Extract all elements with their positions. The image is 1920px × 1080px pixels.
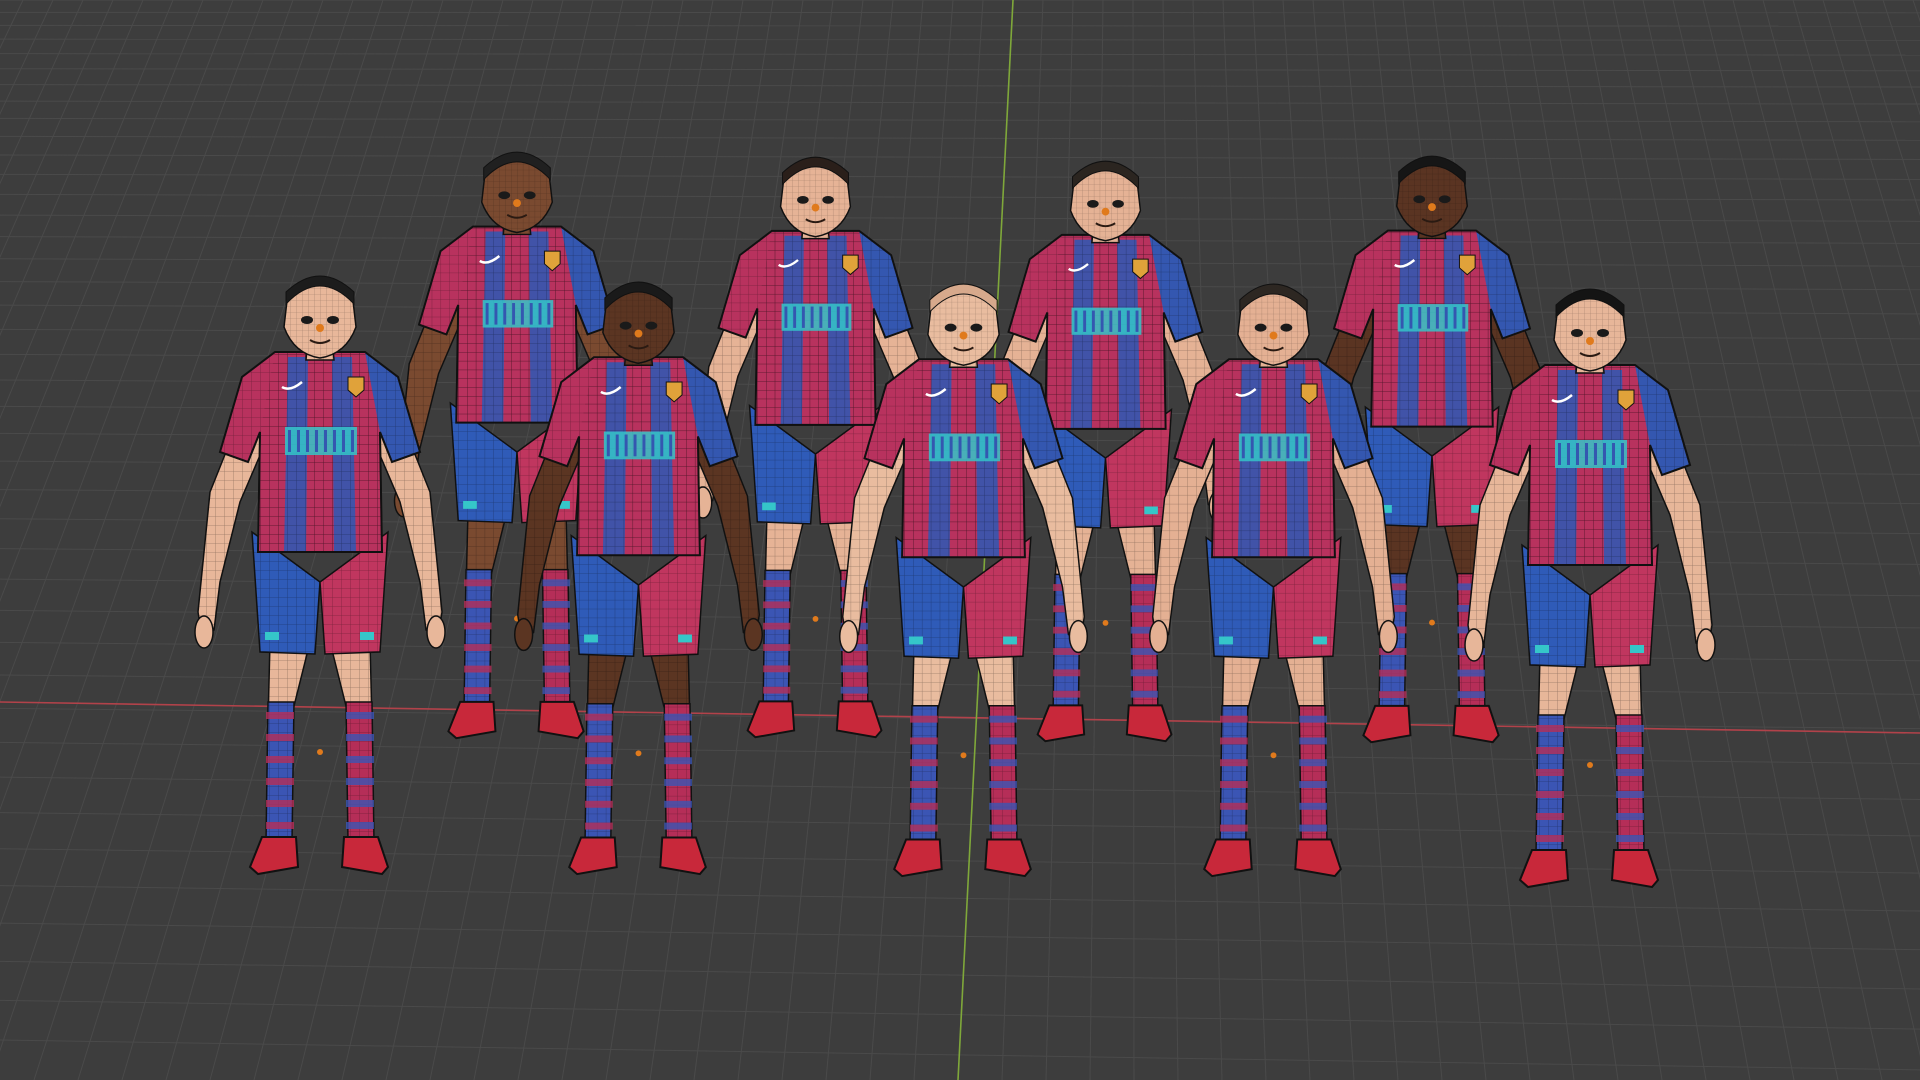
object-origin-marker[interactable] [1429, 619, 1435, 626]
left-eye [1087, 199, 1099, 208]
left-hand [1464, 628, 1484, 662]
object-origin-marker[interactable] [812, 615, 819, 622]
left-hand [839, 619, 859, 654]
sponsor-logo [1071, 307, 1142, 335]
head-origin-marker[interactable] [1269, 331, 1278, 340]
left-eye [498, 191, 511, 200]
right-eye [822, 195, 834, 204]
right-hand [1068, 619, 1088, 654]
head-origin-marker[interactable] [513, 199, 521, 207]
right-eye [1597, 329, 1609, 337]
object-origin-marker[interactable] [317, 749, 323, 755]
left-hand [1149, 619, 1169, 654]
object-origin-marker[interactable] [1270, 752, 1277, 759]
object-origin-marker[interactable] [635, 750, 642, 757]
3d-viewport[interactable] [0, 0, 1920, 1080]
object-origin-marker[interactable] [1587, 762, 1593, 768]
viewport-scene[interactable] [0, 0, 1920, 1080]
left-hand [514, 617, 534, 652]
left-eye [1571, 329, 1583, 337]
left-eye [944, 323, 957, 332]
head-origin-marker[interactable] [634, 329, 643, 338]
left-hand [194, 615, 214, 649]
right-eye [1112, 199, 1124, 208]
right-eye [645, 321, 658, 330]
sponsor-logo [928, 433, 1001, 462]
head-origin-marker[interactable] [1101, 207, 1110, 216]
sponsor-logo [603, 431, 676, 460]
left-eye [797, 195, 809, 204]
left-eye [301, 316, 313, 324]
sponsor-logo [1238, 433, 1311, 462]
object-origin-marker[interactable] [1102, 619, 1109, 626]
right-hand [1696, 628, 1716, 662]
sponsor-logo [1397, 304, 1469, 332]
sponsor-logo [781, 303, 852, 331]
object-origin-marker[interactable] [960, 752, 967, 759]
head-origin-marker[interactable] [811, 203, 820, 212]
right-hand [1378, 619, 1398, 654]
right-eye [970, 323, 983, 332]
head-origin-marker[interactable] [316, 324, 324, 332]
right-eye [1280, 323, 1293, 332]
right-hand [743, 617, 763, 652]
sponsor-logo [285, 427, 357, 455]
sponsor-logo [1555, 440, 1627, 468]
right-eye [327, 316, 339, 324]
left-eye [1254, 323, 1267, 332]
head-origin-marker[interactable] [1428, 203, 1436, 211]
head-origin-marker[interactable] [1586, 337, 1594, 345]
right-hand [426, 615, 446, 649]
left-eye [1413, 195, 1426, 204]
sponsor-logo [482, 300, 554, 328]
head-origin-marker[interactable] [959, 331, 968, 340]
right-eye [523, 191, 536, 200]
left-eye [619, 321, 632, 330]
right-eye [1438, 195, 1451, 204]
